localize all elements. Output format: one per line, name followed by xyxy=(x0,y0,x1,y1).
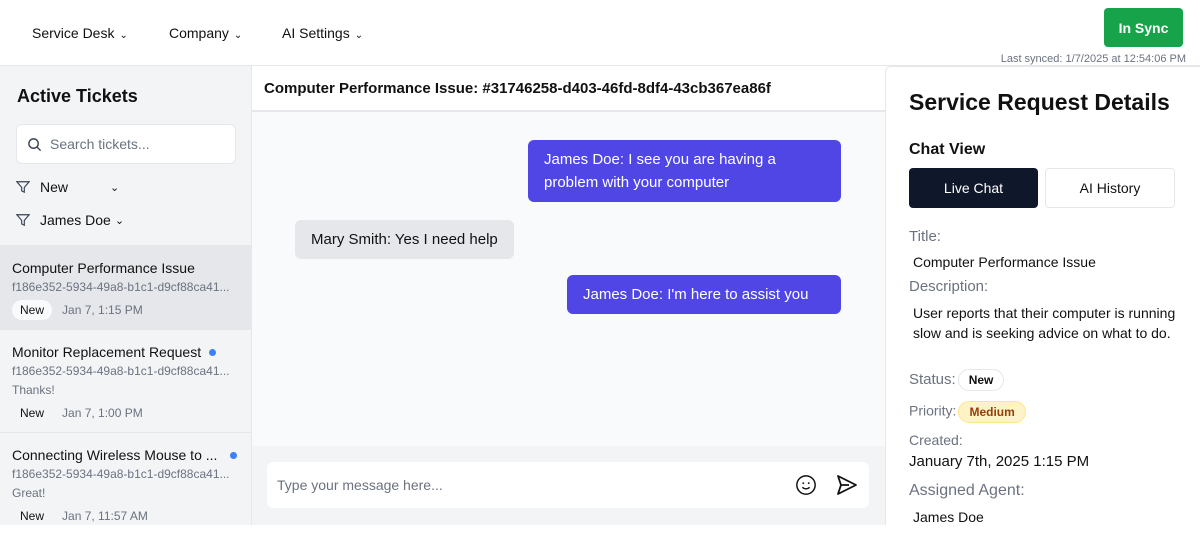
emoji-icon[interactable] xyxy=(795,474,817,496)
message-bubble: James Doe: I see you are having a proble… xyxy=(528,140,841,202)
filter-label: New xyxy=(40,179,69,195)
status-badge: New xyxy=(20,509,45,523)
ticket-id: f186e352-5934-49a8-b1c1-d9cf88ca41... xyxy=(12,280,230,294)
created-label: Created: xyxy=(909,432,963,448)
ticket-title: Connecting Wireless Mouse to ... xyxy=(12,447,218,463)
filter-status[interactable]: New ⌄ xyxy=(16,179,119,195)
nav-label: Service Desk xyxy=(32,25,115,41)
tab-ai-history[interactable]: AI History xyxy=(1045,168,1175,208)
message-bubble: Mary Smith: Yes I need help xyxy=(295,220,514,259)
filter-agent[interactable]: James Doe ⌄ xyxy=(16,212,124,228)
chat-title: Computer Performance Issue: #31746258-d4… xyxy=(252,66,885,112)
nav-label: Company xyxy=(169,25,229,41)
status-badge: New xyxy=(20,406,45,420)
status-badge: New xyxy=(957,369,1005,391)
chevron-down-icon: ⌄ xyxy=(110,181,120,194)
ticket-time: Jan 7, 1:15 PM xyxy=(62,303,143,317)
nav-service-desk[interactable]: Service Desk ⌄ xyxy=(32,25,128,41)
title-label: Title: xyxy=(909,228,941,245)
search-icon xyxy=(28,137,42,151)
priority-badge: Medium xyxy=(958,401,1026,423)
ticket-time: Jan 7, 11:57 AM xyxy=(62,509,148,523)
search-input-wrapper[interactable]: Search tickets... xyxy=(16,124,236,164)
nav-ai-settings[interactable]: AI Settings ⌄ xyxy=(282,25,363,41)
title-value: Computer Performance Issue xyxy=(913,254,1096,270)
chevron-down-icon: ⌄ xyxy=(114,214,125,227)
ticket-last-message: Thanks! xyxy=(12,383,55,397)
top-nav: Service Desk ⌄ Company ⌄ AI Settings ⌄ In S… xyxy=(0,0,1200,66)
ticket-id: f186e352-5934-49a8-b1c1-d9cf88ca41... xyxy=(12,364,230,378)
ticket-id: f186e352-5934-49a8-b1c1-d9cf88ca41... xyxy=(12,467,230,481)
unread-dot-icon xyxy=(209,348,217,356)
status-row: Status: New xyxy=(909,369,1005,391)
priority-label: Priority: xyxy=(909,402,957,419)
sidebar-title: Active Tickets xyxy=(17,86,138,106)
chat-panel: Computer Performance Issue: #31746258-d4… xyxy=(252,66,885,525)
agent-label: Assigned Agent: xyxy=(909,482,1025,499)
message-input[interactable] xyxy=(277,477,795,493)
ticket-title: Monitor Replacement Request xyxy=(12,344,202,360)
description-label: Description: xyxy=(909,278,989,295)
details-panel: Service Request Details Chat View Live C… xyxy=(885,66,1200,525)
search-input[interactable]: Search tickets... xyxy=(50,136,150,152)
ticket-item[interactable]: Connecting Wireless Mouse to ... f186e35… xyxy=(0,432,251,535)
sidebar: Active Tickets Search tickets... New ⌄ J… xyxy=(0,66,252,525)
description-value: User reports that their computer is runn… xyxy=(913,305,1176,341)
status-label: Status: xyxy=(909,370,956,388)
unread-dot-icon xyxy=(230,451,237,459)
chevron-down-icon: ⌄ xyxy=(354,30,364,41)
ticket-title: Computer Performance Issue xyxy=(12,260,195,276)
tab-live-chat[interactable]: Live Chat xyxy=(909,168,1038,208)
message-input-wrapper[interactable] xyxy=(267,462,869,508)
send-icon[interactable] xyxy=(835,473,859,497)
ticket-time: Jan 7, 1:00 PM xyxy=(62,406,143,420)
chevron-down-icon: ⌄ xyxy=(233,30,243,41)
last-synced: Last synced: 1/7/2025 at 12:54:06 PM xyxy=(1000,53,1186,65)
filter-icon xyxy=(16,214,30,227)
sync-button[interactable]: In Sync xyxy=(1104,8,1183,47)
filter-label: James Doe xyxy=(40,212,111,228)
ticket-item[interactable]: Monitor Replacement Request f186e352-593… xyxy=(0,329,251,432)
chevron-down-icon: ⌄ xyxy=(119,30,128,41)
created-value: January 7th, 2025 1:15 PM xyxy=(909,453,1090,470)
status-badge: New xyxy=(12,300,53,320)
nav-label: AI Settings xyxy=(282,25,350,41)
message-bubble: James Doe: I'm here to assist you xyxy=(567,275,841,314)
agent-value: James Doe xyxy=(913,509,984,525)
ticket-last-message: Great! xyxy=(12,486,46,500)
filter-icon xyxy=(16,181,30,194)
details-title: Service Request Details xyxy=(909,89,1170,115)
chat-view-label: Chat View xyxy=(909,141,986,158)
priority-row: Priority: Medium xyxy=(909,401,1026,423)
ticket-item[interactable]: Computer Performance Issue f186e352-5934… xyxy=(0,245,251,329)
nav-company[interactable]: Company ⌄ xyxy=(169,25,242,41)
